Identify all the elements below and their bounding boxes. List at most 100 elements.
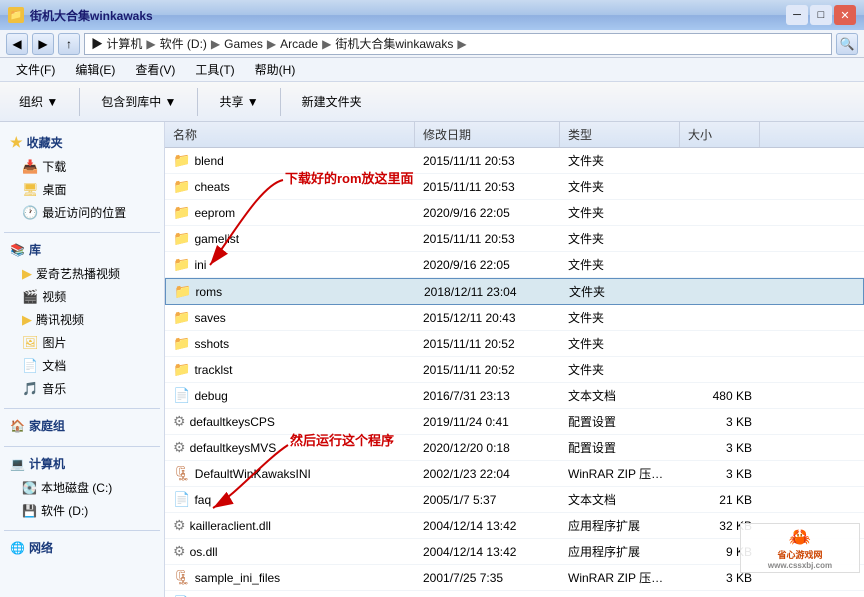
col-header-type[interactable]: 类型 xyxy=(560,122,680,147)
file-name: saves xyxy=(194,311,225,325)
file-type: 文件夹 xyxy=(560,150,680,171)
table-row[interactable]: 📁 blend 2015/11/11 20:53 文件夹 xyxy=(165,148,864,174)
file-type-icon: 📁 xyxy=(173,152,190,169)
file-type: 配置设置 xyxy=(560,437,680,458)
forward-button[interactable]: ▶ xyxy=(32,33,54,55)
sidebar-item-recent-label: 最近访问的位置 xyxy=(42,204,126,221)
file-size xyxy=(680,237,760,241)
music-icon: 🎵 xyxy=(22,381,38,397)
annotation-winkawaks: 然后运行这个程序 xyxy=(290,430,394,449)
share-button[interactable]: 共享 ▼ xyxy=(208,85,269,119)
sidebar-item-iqiyi[interactable]: ▶ 爱奇艺热播视频 xyxy=(4,262,160,285)
file-name-cell: 📁 tracklst xyxy=(165,359,415,380)
path-drive: 软件 (D:) xyxy=(160,35,207,52)
table-row[interactable]: 📁 roms 2018/12/11 23:04 文件夹 xyxy=(165,278,864,305)
sidebar-item-d-drive[interactable]: 💾 软件 (D:) xyxy=(4,499,160,522)
search-button[interactable]: 🔍 xyxy=(836,33,858,55)
sidebar-item-video[interactable]: 🎬 视频 xyxy=(4,285,160,308)
table-row[interactable]: 📄 faq 2005/1/7 5:37 文本文档 21 KB xyxy=(165,487,864,513)
menu-tools[interactable]: 工具(T) xyxy=(187,59,242,80)
organize-button[interactable]: 组织 ▼ xyxy=(8,85,69,119)
menu-view[interactable]: 查看(V) xyxy=(127,59,183,80)
table-row[interactable]: 📁 ini 2020/9/16 22:05 文件夹 xyxy=(165,252,864,278)
c-drive-label: 本地磁盘 (C:) xyxy=(41,479,112,496)
table-row[interactable]: ⚙ defaultkeysMVS 2020/12/20 0:18 配置设置 3 … xyxy=(165,435,864,461)
library-header: 📚 库 xyxy=(4,237,160,262)
file-name-cell: 📁 saves xyxy=(165,307,415,328)
iqiyi-icon: ▶ xyxy=(22,266,32,282)
watermark: 🦀 省心游戏网 www.cssxbj.com xyxy=(740,523,860,573)
table-row[interactable]: 📄 debug 2016/7/31 23:13 文本文档 480 KB xyxy=(165,383,864,409)
back-button[interactable]: ◀ xyxy=(6,33,28,55)
new-folder-button[interactable]: 新建文件夹 xyxy=(291,85,373,119)
divider4 xyxy=(4,530,160,531)
menu-edit[interactable]: 编辑(E) xyxy=(67,59,123,80)
file-size xyxy=(680,159,760,163)
address-path[interactable]: ▶ 计算机 ▶ 软件 (D:) ▶ Games ▶ Arcade ▶ 街机大合集… xyxy=(84,33,832,55)
col-header-name[interactable]: 名称 xyxy=(165,122,415,147)
maximize-button[interactable]: □ xyxy=(810,5,832,25)
path-arcade: Arcade xyxy=(280,37,318,51)
file-type: WinRAR ZIP 压缩... xyxy=(560,463,680,484)
sidebar-item-desktop[interactable]: 🖥 桌面 xyxy=(4,178,160,201)
file-type: 文件夹 xyxy=(561,281,681,302)
table-row[interactable]: 📄 whatsnew 2007/12/31 18:27 文本文档 60 KB xyxy=(165,591,864,597)
table-row[interactable]: 📁 cheats 2015/11/11 20:53 文件夹 xyxy=(165,174,864,200)
computer-icon: 💻 xyxy=(10,457,25,471)
table-row[interactable]: 🗜 DefaultWinKawaksINI 2002/1/23 22:04 Wi… xyxy=(165,461,864,487)
file-type: 文件夹 xyxy=(560,307,680,328)
col-header-date[interactable]: 修改日期 xyxy=(415,122,560,147)
recent-icon: 🕐 xyxy=(22,205,38,221)
menu-file[interactable]: 文件(F) xyxy=(8,59,63,80)
table-row[interactable]: 📁 eeprom 2020/9/16 22:05 文件夹 xyxy=(165,200,864,226)
sidebar-item-recent[interactable]: 🕐 最近访问的位置 xyxy=(4,201,160,224)
file-type-icon: 📁 xyxy=(174,283,191,300)
table-row[interactable]: 📁 tracklst 2015/11/11 20:52 文件夹 xyxy=(165,357,864,383)
minimize-button[interactable]: ─ xyxy=(786,5,808,25)
sidebar-music-label: 音乐 xyxy=(42,380,66,397)
close-button[interactable]: ✕ xyxy=(834,5,856,25)
library-icon: 📚 xyxy=(10,243,25,257)
toolbar-sep3 xyxy=(280,88,281,116)
file-date: 2015/11/11 20:52 xyxy=(415,361,560,379)
sidebar-item-c-drive[interactable]: 💽 本地磁盘 (C:) xyxy=(4,476,160,499)
col-header-size[interactable]: 大小 xyxy=(680,122,760,147)
sidebar-item-tencent[interactable]: ▶ 腾讯视频 xyxy=(4,308,160,331)
sidebar-item-music[interactable]: 🎵 音乐 xyxy=(4,377,160,400)
table-row[interactable]: ⚙ defaultkeysCPS 2019/11/24 0:41 配置设置 3 … xyxy=(165,409,864,435)
up-button[interactable]: ↑ xyxy=(58,33,80,55)
title-bar: 📁 街机大合集winkawaks ─ □ ✕ xyxy=(0,0,864,30)
file-type-icon: ⚙ xyxy=(173,517,186,534)
file-size xyxy=(680,185,760,189)
file-size xyxy=(680,316,760,320)
network-section: 🌐 网络 xyxy=(4,535,160,560)
organize-label: 组织 ▼ xyxy=(19,93,58,110)
file-name: faq xyxy=(194,493,211,507)
window-controls: ─ □ ✕ xyxy=(786,5,856,25)
file-type-icon: 📁 xyxy=(173,361,190,378)
file-list-header: 名称 修改日期 类型 大小 xyxy=(165,122,864,148)
file-size: 3 KB xyxy=(680,465,760,483)
path-games: Games xyxy=(224,37,263,51)
file-type: 配置设置 xyxy=(560,411,680,432)
main-layout: ★ 收藏夹 📥 下载 🖥 桌面 🕐 最近访问的位置 xyxy=(0,122,864,597)
include-library-button[interactable]: 包含到库中 ▼ xyxy=(90,85,187,119)
sidebar-item-download[interactable]: 📥 下载 xyxy=(4,155,160,178)
table-row[interactable]: 📁 gamelist 2015/11/11 20:53 文件夹 xyxy=(165,226,864,252)
file-date: 2015/11/11 20:52 xyxy=(415,335,560,353)
file-type: 文件夹 xyxy=(560,176,680,197)
menu-help[interactable]: 帮助(H) xyxy=(247,59,304,80)
file-name: ini xyxy=(194,258,206,272)
address-bar: ◀ ▶ ↑ ▶ 计算机 ▶ 软件 (D:) ▶ Games ▶ Arcade ▶… xyxy=(0,30,864,58)
sidebar-item-pictures[interactable]: 🖼 图片 xyxy=(4,331,160,354)
file-date: 2004/12/14 13:42 xyxy=(415,543,560,561)
file-type-icon: 📁 xyxy=(173,335,190,352)
file-date: 2020/9/16 22:05 xyxy=(415,256,560,274)
sidebar-item-documents[interactable]: 📄 文档 xyxy=(4,354,160,377)
sidebar-video-label: 视频 xyxy=(42,288,66,305)
file-size xyxy=(681,290,761,294)
file-type: 文本文档 xyxy=(560,489,680,510)
table-row[interactable]: 📁 saves 2015/12/11 20:43 文件夹 xyxy=(165,305,864,331)
file-name: kailleraclient.dll xyxy=(190,519,271,533)
table-row[interactable]: 📁 sshots 2015/11/11 20:52 文件夹 xyxy=(165,331,864,357)
